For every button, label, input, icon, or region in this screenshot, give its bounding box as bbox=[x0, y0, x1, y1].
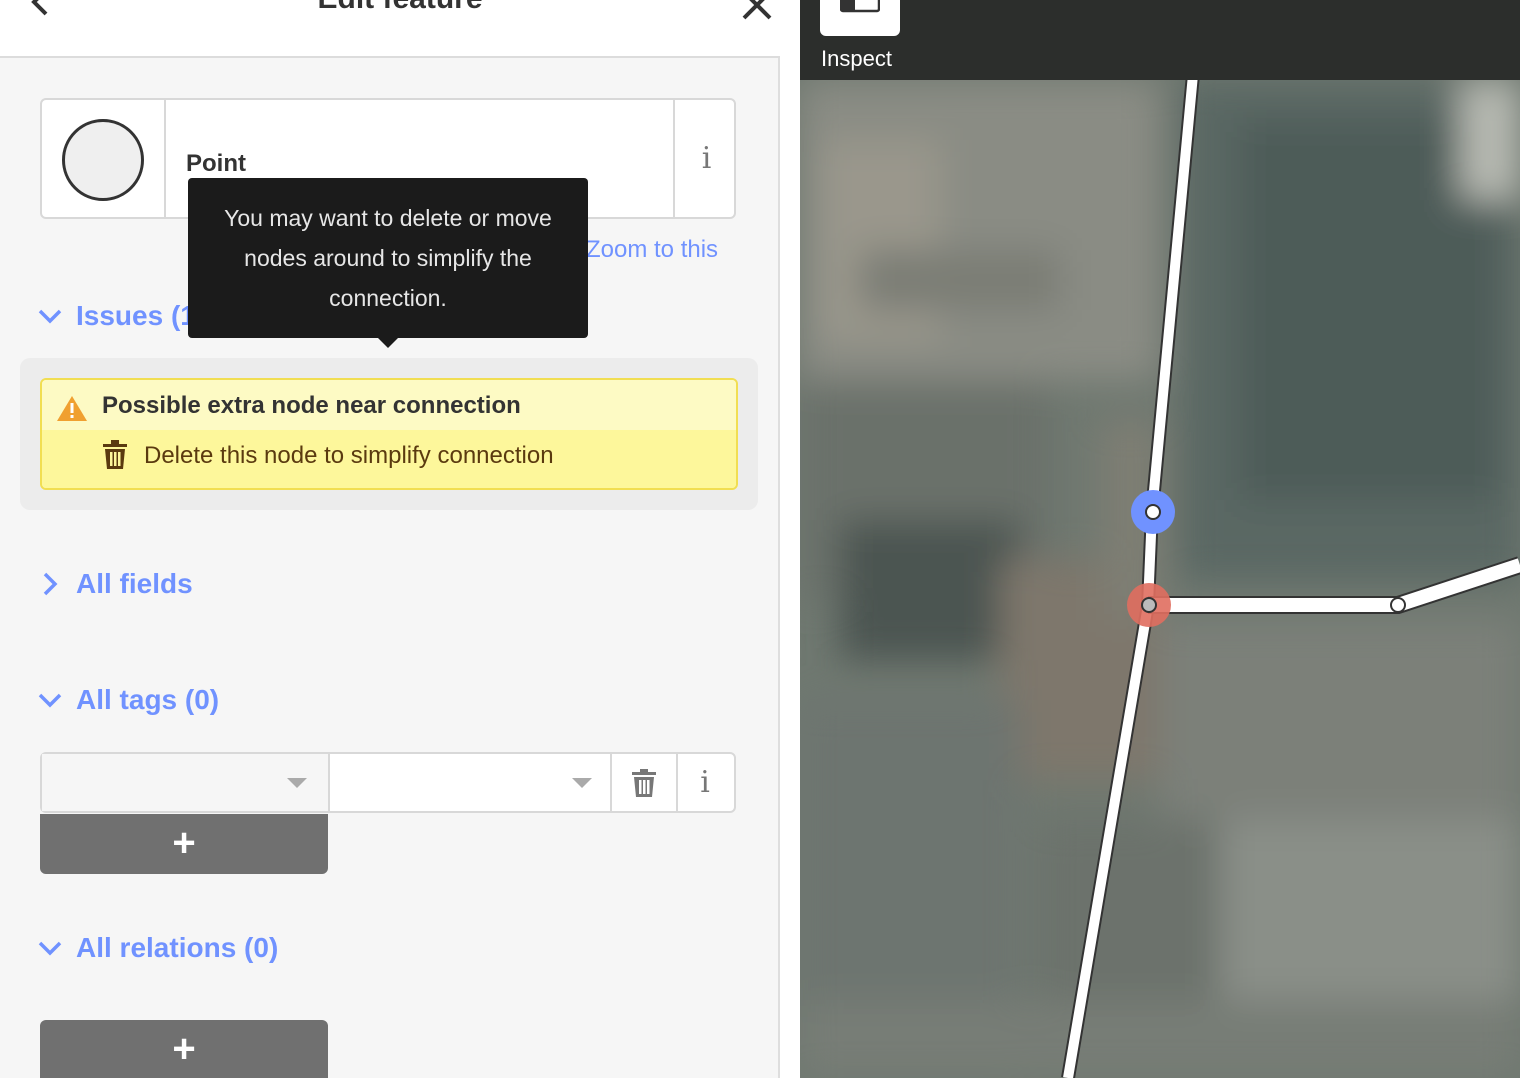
map-toolbar bbox=[800, 0, 1520, 80]
sidebar-resizer[interactable] bbox=[780, 0, 800, 1078]
vertex-node[interactable] bbox=[1390, 597, 1406, 613]
inspect-label: Inspect bbox=[821, 46, 892, 71]
chevron-down-icon bbox=[38, 693, 62, 708]
add-relation-button[interactable]: + bbox=[40, 1020, 328, 1078]
issues-list: Possible extra node near connection Dele… bbox=[20, 358, 758, 510]
zoom-to-this-link[interactable]: Zoom to this bbox=[586, 236, 718, 264]
preset-name[interactable]: Point bbox=[186, 150, 246, 178]
tooltip-arrow bbox=[378, 338, 398, 348]
page-title: Edit feature bbox=[0, 0, 800, 16]
tooltip: You may want to delete or move nodes aro… bbox=[188, 178, 588, 338]
sidebar-header: Edit feature bbox=[0, 0, 800, 58]
trash-icon bbox=[632, 769, 656, 797]
aerial-imagery bbox=[800, 0, 1520, 1078]
chevron-right-icon bbox=[43, 572, 58, 596]
selected-vertex-node[interactable] bbox=[1141, 597, 1157, 613]
issue-title: Possible extra node near connection bbox=[102, 392, 521, 419]
tag-row: i bbox=[40, 752, 736, 813]
map-canvas[interactable]: Inspect bbox=[800, 0, 1520, 1078]
issue-fix-label: Delete this node to simplify connection bbox=[144, 442, 554, 469]
preset-icon-box[interactable] bbox=[42, 100, 166, 217]
inspector-sidebar: Edit feature Point i Zoom to this Issues… bbox=[0, 0, 800, 1078]
chevron-down-icon bbox=[38, 309, 62, 324]
tag-value-combobox[interactable] bbox=[330, 754, 610, 811]
all-relations-section-label: All relations (0) bbox=[76, 932, 279, 963]
all-fields-section-label: All fields bbox=[76, 568, 193, 599]
issue-title-row[interactable]: Possible extra node near connection bbox=[42, 380, 736, 430]
point-icon bbox=[62, 119, 144, 201]
panel-icon bbox=[840, 0, 880, 13]
close-icon[interactable] bbox=[740, 0, 776, 24]
caret-down-icon[interactable] bbox=[572, 778, 592, 788]
issues-section-label: Issues (1) bbox=[76, 300, 206, 331]
vertex-node[interactable] bbox=[1145, 504, 1161, 520]
issue-fix-row[interactable]: Delete this node to simplify connection bbox=[42, 430, 736, 488]
tag-key-combobox[interactable] bbox=[42, 754, 330, 811]
chevron-down-icon bbox=[38, 941, 62, 956]
inspect-button[interactable] bbox=[820, 0, 900, 36]
add-tag-button[interactable]: + bbox=[40, 814, 328, 874]
issue-item[interactable]: Possible extra node near connection Dele… bbox=[40, 378, 738, 490]
preset-info-button[interactable]: i bbox=[673, 100, 738, 217]
warning-icon bbox=[57, 396, 87, 421]
all-tags-section-label: All tags (0) bbox=[76, 684, 220, 715]
tag-delete-button[interactable] bbox=[610, 754, 678, 811]
caret-down-icon[interactable] bbox=[287, 778, 307, 788]
trash-icon bbox=[103, 440, 127, 469]
tag-info-button[interactable]: i bbox=[676, 754, 734, 811]
